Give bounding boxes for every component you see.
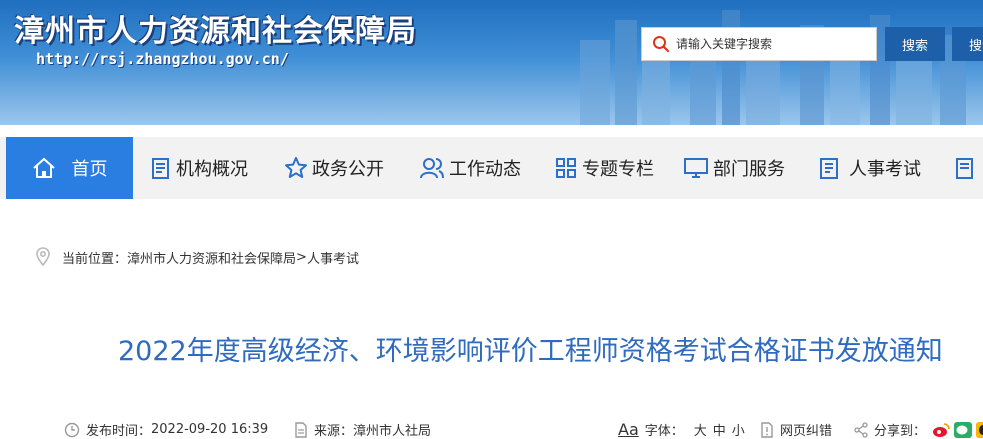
nav-item-personnel-exams[interactable]: 人事考试 <box>817 137 921 199</box>
nav-label-special-topics: 专题专栏 <box>582 159 654 180</box>
notebook-icon <box>820 158 838 179</box>
nav-label-government-affairs: 政务公开 <box>312 159 384 180</box>
font-label: 字体： <box>644 424 684 439</box>
location-pin-icon <box>36 247 50 267</box>
publish-time-value: 2022-09-20 16:39 <box>151 422 269 437</box>
source: 来源： 漳州市人社局 <box>294 420 431 439</box>
nav-label-organization: 机构概况 <box>176 159 248 180</box>
document-list-icon <box>956 158 973 179</box>
nav-label-home: 首页 <box>71 159 108 180</box>
article-title: 2022年度高级经济、环境影响评价工程师资格考试合格证书发放通知 <box>118 336 943 367</box>
search-input[interactable] <box>674 36 868 52</box>
breadcrumb: 当前位置： 漳州市人力资源和社会保障局 > 人事考试 <box>36 247 359 267</box>
nav-label-personnel-exams: 人事考试 <box>849 159 921 180</box>
nav-item-government-affairs[interactable]: 政务公开 <box>284 137 384 199</box>
users-icon <box>420 158 444 179</box>
breadcrumb-prefix: 当前位置： <box>62 251 128 267</box>
qq-icon[interactable] <box>976 421 983 438</box>
source-label: 来源： <box>314 424 354 439</box>
publish-time: 发布时间： 2022-09-20 16:39 <box>64 420 268 439</box>
clock-icon <box>64 422 80 437</box>
city-skyline-illustration <box>580 10 966 125</box>
font-size-control: Aa 字体： 大 中 小 <box>618 420 745 439</box>
monitor-icon <box>684 158 708 178</box>
nav-item-home[interactable]: 首页 <box>6 137 133 199</box>
source-value: 漳州市人社局 <box>353 424 432 439</box>
nav-label-work-news: 工作动态 <box>449 159 521 180</box>
error-report-label: 网页纠错 <box>780 424 833 439</box>
nav-item-organization[interactable]: 机构概况 <box>148 137 248 199</box>
site-header: 漳州市人力资源和社会保障局 http://rsj.zhangzhou.gov.c… <box>0 0 983 125</box>
site-title: 漳州市人力资源和社会保障局 <box>14 14 417 49</box>
font-medium-button[interactable]: 中 <box>713 420 726 439</box>
nav-item-more[interactable] <box>952 137 980 199</box>
wechat-icon[interactable] <box>954 421 973 438</box>
search-box <box>641 27 877 61</box>
font-small-button[interactable]: 小 <box>732 420 745 439</box>
breadcrumb-link-home[interactable]: 漳州市人力资源和社会保障局 <box>127 248 296 267</box>
main-nav: 首页 机构概况 政务公开 工作动态 专题专栏 部门服务 人事考试 <box>0 137 983 199</box>
document-icon <box>295 421 307 438</box>
error-report[interactable]: 网页纠错 <box>760 420 832 439</box>
share-label: 分享到： <box>874 424 927 439</box>
font-size-icon: Aa <box>618 420 639 439</box>
weibo-icon[interactable] <box>932 422 950 438</box>
nav-item-department-services[interactable]: 部门服务 <box>683 137 785 199</box>
font-large-button[interactable]: 大 <box>694 420 707 439</box>
publish-label: 发布时间： <box>86 424 152 439</box>
breadcrumb-separator: > <box>296 249 307 265</box>
share: 分享到： <box>854 420 983 439</box>
document-list-icon <box>152 158 169 179</box>
breadcrumb-link-exams[interactable]: 人事考试 <box>307 248 359 267</box>
share-icon <box>854 421 868 438</box>
search-button-secondary[interactable]: 搜索 <box>952 27 983 61</box>
home-icon <box>32 157 55 178</box>
nav-label-department-services: 部门服务 <box>713 159 785 180</box>
nav-item-work-news[interactable]: 工作动态 <box>419 137 521 199</box>
error-report-icon <box>761 421 773 438</box>
star-icon <box>285 157 307 178</box>
search-button[interactable]: 搜索 <box>885 27 945 61</box>
site-url: http://rsj.zhangzhou.gov.cn/ <box>36 50 289 68</box>
nav-item-special-topics[interactable]: 专题专栏 <box>554 137 654 199</box>
grid-icon <box>556 158 576 178</box>
search-icon <box>653 36 670 53</box>
